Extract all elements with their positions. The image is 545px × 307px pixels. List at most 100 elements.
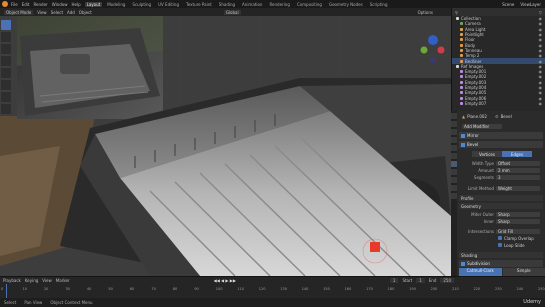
visibility-eye-icon[interactable]: ◉ xyxy=(539,96,543,101)
playhead[interactable] xyxy=(6,284,7,298)
outliner-item[interactable]: Empty.007 ◉ xyxy=(452,101,545,106)
visibility-eye-icon[interactable]: ◉ xyxy=(539,85,543,90)
visibility-eye-icon[interactable]: ◉ xyxy=(539,64,543,69)
object-menu[interactable]: Object xyxy=(79,10,92,15)
scene-selector[interactable]: Scene xyxy=(502,2,514,7)
visibility-eye-icon[interactable]: ◉ xyxy=(539,74,543,79)
subdivision-modifier-header[interactable]: Subdivision xyxy=(459,260,543,267)
affect-vertices-tab[interactable]: Vertices xyxy=(472,151,502,157)
menu-file[interactable]: File xyxy=(11,2,18,7)
visibility-eye-icon[interactable]: ◉ xyxy=(539,90,543,95)
modifier-name: Bevel xyxy=(500,113,512,119)
visibility-eye-icon[interactable]: ◉ xyxy=(539,48,543,53)
cursor-tool-icon[interactable] xyxy=(1,32,11,42)
workspace-tab-rendering[interactable]: Rendering xyxy=(267,2,291,7)
viewport-options-button[interactable]: Options xyxy=(418,10,433,15)
play-controls[interactable]: ◀◀ ◀ ▶ ▶▶ xyxy=(214,278,236,283)
workspace-tab-shading[interactable]: Shading xyxy=(217,2,237,7)
data-tab-icon[interactable] xyxy=(451,185,457,191)
workspace-tab-layout[interactable]: Layout xyxy=(84,1,103,7)
wrench-icon xyxy=(461,142,465,147)
menu-render[interactable]: Render xyxy=(33,2,47,7)
end-frame-field[interactable]: 250 xyxy=(440,278,455,283)
intersection-dropdown[interactable]: Grid Fill xyxy=(496,228,540,234)
menu-help[interactable]: Help xyxy=(71,2,80,7)
marker-menu[interactable]: Marker xyxy=(56,278,70,283)
clamp-overlap-checkbox[interactable] xyxy=(498,236,502,240)
keying-menu[interactable]: Keying xyxy=(25,278,38,283)
rotate-tool-icon[interactable] xyxy=(1,56,11,66)
width-type-dropdown[interactable]: Offset xyxy=(496,160,540,166)
view-menu[interactable]: View xyxy=(37,10,47,15)
physics-tab-icon[interactable] xyxy=(451,169,457,175)
miter-outer-dropdown[interactable]: Sharp xyxy=(496,211,540,217)
playback-menu[interactable]: Playback xyxy=(3,278,21,283)
workspace-tab-uv-editing[interactable]: UV Editing xyxy=(156,2,181,7)
scale-tool-icon[interactable] xyxy=(1,68,11,78)
affect-edges-tab[interactable]: Edges xyxy=(502,151,532,157)
object-tab-icon[interactable] xyxy=(451,153,457,159)
select-menu[interactable]: Select xyxy=(51,10,63,15)
transform-orientation-selector[interactable]: Global xyxy=(223,9,241,15)
add-menu[interactable]: Add xyxy=(67,10,75,15)
constraints-tab-icon[interactable] xyxy=(451,177,457,183)
timeline-tick-label: 160 xyxy=(344,287,352,291)
visibility-eye-icon[interactable]: ◉ xyxy=(539,80,543,85)
catmull-clark-tab[interactable]: Catmull-Clark xyxy=(459,268,502,276)
workspace-tab-texture-paint[interactable]: Texture Paint xyxy=(184,2,214,7)
tool-tab-icon[interactable] xyxy=(451,113,457,119)
add-modifier-button[interactable]: Add Modifier xyxy=(462,123,502,129)
timeline-ruler[interactable]: 0 10 20 30 40 50 60 70 80 90 100 110 120 130 140 150 160… xyxy=(0,284,545,298)
miter-inner-dropdown[interactable]: Sharp xyxy=(496,218,540,224)
material-tab-icon[interactable] xyxy=(451,193,457,199)
menu-edit[interactable]: Edit xyxy=(22,2,30,7)
visibility-eye-icon[interactable]: ◉ xyxy=(539,16,543,21)
workspace-tab-modeling[interactable]: Modeling xyxy=(105,2,127,7)
blender-logo-icon[interactable] xyxy=(2,1,8,7)
workspace-tab-scripting[interactable]: Scripting xyxy=(368,2,390,7)
start-frame-field[interactable]: 1 xyxy=(416,278,425,283)
visibility-eye-icon[interactable]: ◉ xyxy=(539,53,543,58)
visibility-eye-icon[interactable]: ◉ xyxy=(539,43,543,48)
visibility-eye-icon[interactable]: ◉ xyxy=(539,101,543,106)
move-tool-icon[interactable] xyxy=(1,44,11,54)
annotate-tool-icon[interactable] xyxy=(1,92,11,102)
select-box-tool-icon[interactable] xyxy=(1,20,11,30)
view-layer-selector[interactable]: ViewLayer xyxy=(520,2,541,7)
workspace-tab-animation[interactable]: Animation xyxy=(240,2,264,7)
segments-field[interactable]: 3 xyxy=(496,174,540,180)
workspace-tab-compositing[interactable]: Compositing xyxy=(295,2,324,7)
workspace-tab-geometry-nodes[interactable]: Geometry Nodes xyxy=(327,2,365,7)
output-tab-icon[interactable] xyxy=(451,129,457,135)
scene-tab-icon[interactable] xyxy=(451,137,457,143)
current-frame-field[interactable]: 1 xyxy=(389,278,399,283)
menu-window[interactable]: Window xyxy=(52,2,68,7)
modifier-tab-icon[interactable] xyxy=(451,161,457,167)
measure-tool-icon[interactable] xyxy=(1,104,11,114)
limit-method-dropdown[interactable]: Weight xyxy=(496,185,540,191)
visibility-eye-icon[interactable]: ◉ xyxy=(539,27,543,32)
geometry-section[interactable]: Geometry xyxy=(459,203,543,209)
bevel-modifier-header[interactable]: Bevel xyxy=(459,141,543,148)
outliner-filter-icon[interactable]: ▽ xyxy=(539,10,542,15)
loop-slide-checkbox[interactable] xyxy=(498,243,502,247)
view-menu-timeline[interactable]: View xyxy=(42,278,52,283)
transform-tool-icon[interactable] xyxy=(1,80,11,90)
visibility-eye-icon[interactable]: ◉ xyxy=(539,32,543,37)
profile-section[interactable]: Profile xyxy=(459,195,543,201)
world-tab-icon[interactable] xyxy=(451,145,457,151)
visibility-eye-icon[interactable]: ◉ xyxy=(539,21,543,26)
visibility-eye-icon[interactable]: ◉ xyxy=(539,59,543,64)
mirror-modifier-header[interactable]: Mirror xyxy=(459,132,543,139)
visibility-eye-icon[interactable]: ◉ xyxy=(539,69,543,74)
workspace-tab-sculpting[interactable]: Sculpting xyxy=(130,2,153,7)
3d-viewport[interactable] xyxy=(0,16,451,276)
outliner-type-icon xyxy=(460,101,463,105)
render-tab-icon[interactable] xyxy=(451,121,457,127)
mode-selector[interactable]: Object Mode xyxy=(4,9,34,15)
outliner-search-icon[interactable]: ⚲ xyxy=(455,10,458,15)
visibility-eye-icon[interactable]: ◉ xyxy=(539,37,543,42)
amount-field[interactable]: 2 mm xyxy=(496,167,540,173)
shading-section[interactable]: Shading xyxy=(459,252,543,258)
simple-tab[interactable]: Simple xyxy=(502,268,545,276)
